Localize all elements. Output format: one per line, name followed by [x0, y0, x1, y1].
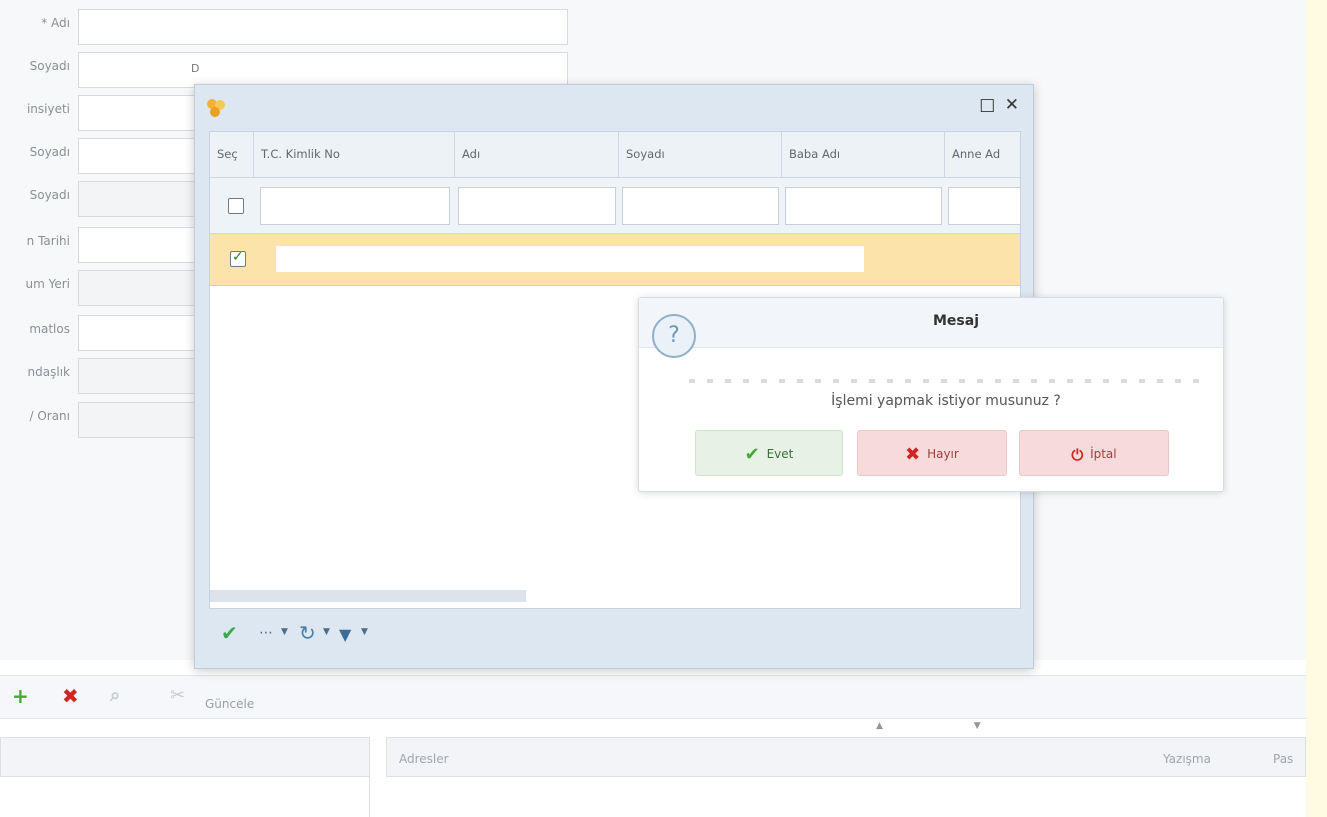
filter-row [210, 178, 1020, 234]
cancel-button[interactable]: ⏻ İptal [1019, 430, 1169, 476]
grid-header: Seç T.C. Kimlik No Adı Soyadı Baba Adı A… [210, 132, 1020, 178]
confirm-check-icon[interactable]: ✔ [221, 623, 238, 643]
maximize-icon[interactable]: □ [979, 95, 995, 115]
citizenship-input[interactable] [78, 358, 198, 394]
col-correspondence[interactable]: Yazışma [1163, 752, 1211, 766]
table-row[interactable] [210, 234, 1020, 286]
surname-3-input[interactable] [78, 181, 198, 217]
message-dialog: Mesaj ? İşlemi yapmak istiyor musunuz ? … [638, 297, 1224, 492]
surname-value: D [191, 62, 200, 75]
window-controls: □ ✕ [975, 95, 1019, 115]
left-grid-header [0, 737, 370, 777]
question-icon: ? [652, 314, 696, 358]
no-label: Hayır [927, 447, 959, 461]
tools-icon[interactable]: ✂ [170, 686, 185, 706]
form-label: matlos [29, 322, 70, 336]
close-icon[interactable]: ✕ [1005, 95, 1019, 115]
horizontal-scrollbar[interactable] [210, 590, 526, 602]
window-header: □ ✕ [195, 85, 1033, 129]
more-icon[interactable]: ⋯ [259, 623, 273, 643]
update-button[interactable]: Güncele [205, 697, 254, 711]
delete-icon[interactable]: ✖ [62, 686, 79, 706]
birth-date-input[interactable] [78, 227, 198, 263]
surname-input[interactable]: D [78, 52, 568, 88]
attach-icon[interactable]: ⌕ [110, 686, 120, 706]
refresh-caret-icon[interactable]: ▼ [323, 627, 330, 637]
x-icon: ✖ [905, 444, 921, 465]
sort-arrows[interactable]: ▲ ▼ [876, 721, 1025, 731]
window-footer-toolbar: ✔ ⋯ ▼ ↻ ▼ ▼ ▼ [209, 613, 1021, 657]
dialog-message: İşlemi yapmak istiyor musunuz ? [831, 393, 1061, 409]
form-label: / Oranı [29, 409, 70, 423]
col-addresses[interactable]: Adresler [399, 752, 449, 766]
bottom-panel: + ✖ ⌕ ✂ Güncele ▲ ▼ Adresler Yazışma Pas [0, 665, 1306, 817]
form-row-surname: Soyadı D [0, 49, 575, 89]
form-label: Soyadı [29, 145, 70, 159]
refresh-icon[interactable]: ↻ [299, 623, 316, 643]
yes-label: Evet [766, 447, 794, 461]
yes-button[interactable]: ✔ Evet [695, 430, 843, 476]
filter-icon[interactable]: ▼ [339, 625, 351, 645]
form-label: Soyadı [29, 59, 70, 73]
obscured-text [689, 379, 1199, 383]
power-icon: ⏻ [1071, 446, 1084, 464]
form-label: ndaşlık [27, 365, 70, 379]
name-input[interactable] [78, 9, 568, 45]
filter-name[interactable] [458, 187, 616, 225]
gender-input[interactable] [78, 95, 198, 131]
col-passive[interactable]: Pas [1273, 752, 1293, 766]
col-surname[interactable]: Soyadı [619, 132, 782, 178]
col-tc-id[interactable]: T.C. Kimlik No [254, 132, 455, 178]
form-label: Soyadı [29, 188, 70, 202]
bottom-toolbar: + ✖ ⌕ ✂ Güncele [0, 675, 1306, 719]
col-select[interactable]: Seç [210, 132, 254, 178]
cancel-label: İptal [1090, 447, 1117, 461]
check-icon: ✔ [744, 444, 760, 465]
col-name[interactable]: Adı [455, 132, 619, 178]
dialog-header: Mesaj [639, 298, 1223, 348]
diplomat-input[interactable] [78, 315, 198, 351]
filter-tc-id[interactable] [260, 187, 450, 225]
no-button[interactable]: ✖ Hayır [857, 430, 1007, 476]
filter-father-name[interactable] [785, 187, 942, 225]
more-caret-icon[interactable]: ▼ [281, 627, 288, 637]
add-icon[interactable]: + [12, 686, 29, 706]
select-all-checkbox[interactable] [228, 198, 244, 214]
filter-surname[interactable] [622, 187, 779, 225]
app-logo-icon [207, 99, 225, 117]
form-label: * Adı [41, 16, 70, 30]
form-label: um Yeri [25, 277, 71, 291]
col-father-name[interactable]: Baba Adı [782, 132, 945, 178]
row-checkbox[interactable] [230, 249, 246, 267]
surname-2-input[interactable] [78, 138, 198, 174]
left-grid-body [0, 777, 370, 817]
filter-caret-icon[interactable]: ▼ [361, 627, 368, 637]
dialog-title: Mesaj [932, 313, 979, 329]
col-mother-name[interactable]: Anne Ad [945, 132, 1020, 178]
filter-mother-name[interactable] [948, 187, 1020, 225]
form-row-name: * Adı [0, 6, 575, 46]
addresses-grid-header: Adresler Yazışma Pas [386, 737, 1306, 777]
form-label: insiyeti [26, 102, 70, 116]
form-label: n Tarihi [26, 234, 70, 248]
rate-input[interactable] [78, 402, 198, 438]
birth-place-input[interactable] [78, 270, 198, 306]
redacted-row-data [276, 246, 864, 272]
right-edge-strip [1306, 0, 1327, 817]
